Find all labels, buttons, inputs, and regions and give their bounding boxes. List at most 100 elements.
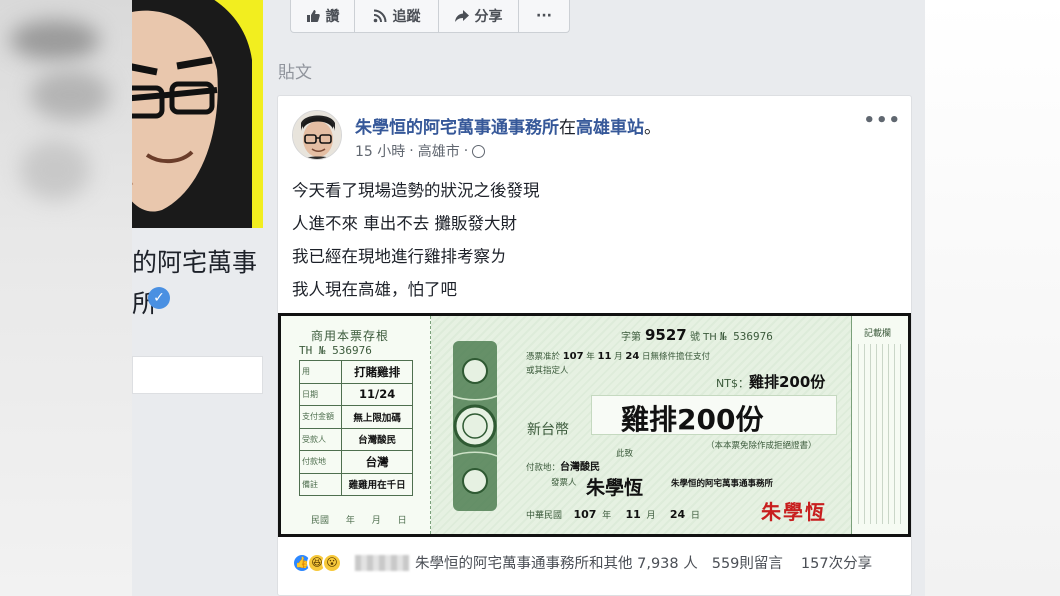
post-options-icon[interactable]: ••• bbox=[863, 110, 901, 131]
notes-column: 記載欄 bbox=[851, 316, 908, 534]
date-text: 月 bbox=[614, 352, 623, 362]
post-line: 我人現在高雄，怕了吧 bbox=[292, 280, 457, 299]
follow-label: 追蹤 bbox=[392, 9, 421, 25]
note-number: 9527 bbox=[645, 326, 687, 344]
cizhi-text: 此致 bbox=[616, 449, 634, 459]
comment-count[interactable]: 559則留言 bbox=[712, 552, 783, 573]
meta-separator: · bbox=[409, 143, 414, 159]
nt-amount-line: NT$：雞排200份 bbox=[716, 371, 825, 392]
issue-date-row: 中華民國 107 年 11 月 24 日 bbox=[526, 508, 700, 521]
stub-label: 支付金額 bbox=[298, 405, 343, 429]
thumbs-up-icon bbox=[306, 10, 320, 22]
zi-label: 字第 bbox=[621, 332, 641, 343]
place-link[interactable]: 高雄車站 bbox=[576, 118, 644, 138]
stub-value: 打賭雞排 bbox=[341, 360, 413, 384]
stub-date: 民國 年 月 日 bbox=[311, 516, 407, 526]
post-line: 人進不來 車出不去 攤販發大財 bbox=[292, 214, 517, 233]
verified-check-icon: ✓ bbox=[148, 287, 170, 309]
more-dots-icon: ··· bbox=[536, 8, 552, 24]
date-text: 日無條件擔任支付 bbox=[641, 352, 710, 362]
left-panel-box bbox=[132, 356, 263, 394]
period-text: 。 bbox=[644, 118, 661, 138]
share-page-button[interactable]: 分享 bbox=[439, 0, 519, 32]
stub-value: 無上限加碼 bbox=[341, 405, 413, 429]
nt-amount: 雞排200份 bbox=[748, 373, 826, 391]
post-line: 今天看了現場造勢的狀況之後發現 bbox=[292, 181, 540, 200]
like-label: 讚 bbox=[325, 9, 340, 25]
blur-blob bbox=[10, 20, 100, 60]
stub-value: 台灣酸民 bbox=[341, 427, 413, 451]
hao-label: 號 TH bbox=[689, 332, 717, 343]
payee-line: 或其指定人 bbox=[526, 366, 569, 376]
author-name-link[interactable]: 朱學恒的阿宅萬事通事務所 bbox=[355, 118, 559, 138]
note-body: 字第 9527 號 TH № 536976 憑票准於 107 年 11 月 24 … bbox=[431, 316, 851, 534]
profile-picture[interactable] bbox=[132, 0, 263, 228]
globe-privacy-icon[interactable] bbox=[472, 144, 486, 158]
note-paper: 商用本票存根 TH № 536976 用打賭雞排 日期 11/24 支付金額 無上限… bbox=[281, 316, 908, 534]
blur-blob bbox=[20, 140, 90, 200]
stub-label: 日期 bbox=[298, 382, 343, 406]
at-text: 在 bbox=[559, 118, 576, 138]
issue-month: 11 bbox=[625, 508, 641, 521]
issuer-label: 發票人 bbox=[551, 478, 577, 488]
note-amount: 雞排200份 bbox=[621, 403, 764, 436]
issue-year: 107 bbox=[573, 508, 597, 521]
note-disclaimer: （本本票免除作成拒絕證書） bbox=[706, 441, 817, 451]
share-label: 分享 bbox=[474, 9, 503, 25]
ornament-seal-icon bbox=[452, 341, 498, 511]
nt-label: NT$： bbox=[716, 377, 749, 390]
share-arrow-icon bbox=[454, 10, 469, 22]
author-face-icon bbox=[293, 111, 341, 159]
stub-label: 付款地 bbox=[298, 450, 343, 474]
share-count[interactable]: 157次分享 bbox=[801, 552, 872, 573]
reaction-summary[interactable]: 朱學恒的阿宅萬事通事務所和其他 7,938 人 bbox=[415, 552, 698, 573]
stub-label: 用 bbox=[298, 360, 343, 384]
stub-title: 商用本票存根 bbox=[311, 329, 390, 343]
date-day: 24 bbox=[625, 351, 640, 362]
stub-row: 支付金額 無上限加碼 bbox=[298, 405, 413, 429]
date-text: 憑票准於 bbox=[526, 352, 561, 362]
meta-separator: · bbox=[463, 143, 469, 159]
note-stub: 商用本票存根 TH № 536976 用打賭雞排 日期 11/24 支付金額 無上限… bbox=[281, 316, 431, 534]
blurred-right-margin bbox=[925, 0, 1060, 596]
page-action-bar: 讚 追蹤 分享 ··· bbox=[290, 0, 570, 33]
payment-date-line: 憑票准於 107 年 11 月 24 日無條件擔任支付 bbox=[526, 350, 710, 362]
page-profile-column: 的阿宅萬事 所 ✓ bbox=[132, 0, 268, 596]
timeline-feed: 讚 追蹤 分享 ··· 貼文 朱學恒的阿宅萬事通事務所在高雄車站。 15 小時 … bbox=[268, 0, 925, 596]
date-text: 年 bbox=[602, 511, 612, 521]
pay-place-line: 付款地：台灣酸民 bbox=[526, 458, 600, 473]
stub-table: 用打賭雞排 日期 11/24 支付金額 無上限加碼 受款人 台灣酸民 付款地 台灣 備註… bbox=[298, 360, 413, 496]
post-card: 朱學恒的阿宅萬事通事務所在高雄車站。 15 小時 · 高雄市 · ••• 今天看… bbox=[277, 95, 912, 596]
date-text: 中華民國 bbox=[526, 511, 563, 521]
notes-fine-print bbox=[858, 344, 904, 524]
like-page-button[interactable]: 讚 bbox=[291, 0, 355, 32]
post-meta: 15 小時 · 高雄市 · bbox=[355, 141, 486, 161]
pay-place-value: 台灣酸民 bbox=[560, 462, 601, 473]
stub-row: 用打賭雞排 bbox=[298, 360, 413, 384]
stub-row: 日期 11/24 bbox=[298, 382, 413, 406]
follow-button[interactable]: 追蹤 bbox=[355, 0, 439, 32]
stub-row: 受款人 台灣酸民 bbox=[298, 427, 413, 451]
stub-serial: TH № 536976 bbox=[299, 344, 372, 357]
stub-label: 受款人 bbox=[298, 427, 343, 451]
stub-label: 備註 bbox=[298, 472, 343, 496]
stub-value: 雞雞用在千日 bbox=[341, 472, 413, 496]
notes-title: 記載欄 bbox=[864, 329, 892, 339]
more-options-button[interactable]: ··· bbox=[519, 0, 569, 32]
page-name[interactable]: 的阿宅萬事 bbox=[132, 248, 268, 278]
post-location-link[interactable]: 高雄市 bbox=[418, 141, 460, 161]
stub-row: 付款地 台灣 bbox=[298, 450, 413, 474]
note-serial: № 536976 bbox=[719, 330, 773, 343]
post-author-line: 朱學恒的阿宅萬事通事務所在高雄車站。 bbox=[355, 113, 661, 138]
posts-section-title: 貼文 bbox=[278, 63, 312, 83]
wow-reaction-icon[interactable]: 😮 bbox=[322, 552, 342, 573]
cartoon-face-illustration bbox=[132, 0, 252, 228]
reactions-bar: 👍 😆 😮 朱學恒的阿宅萬事通事務所和其他 7,938 人 559則留言 157… bbox=[292, 552, 890, 573]
date-year: 107 bbox=[562, 351, 584, 362]
promissory-note-image[interactable]: 商用本票存根 TH № 536976 用打賭雞排 日期 11/24 支付金額 無上限… bbox=[278, 313, 911, 537]
date-text: 月 bbox=[646, 511, 656, 521]
post-author-avatar[interactable] bbox=[292, 110, 342, 160]
post-time-link[interactable]: 15 小時 bbox=[355, 141, 405, 161]
pay-place-label: 付款地： bbox=[526, 463, 561, 473]
post-body-text: 今天看了現場造勢的狀況之後發現 人進不來 車出不去 攤販發大財 我已經在現地進行… bbox=[292, 174, 540, 306]
